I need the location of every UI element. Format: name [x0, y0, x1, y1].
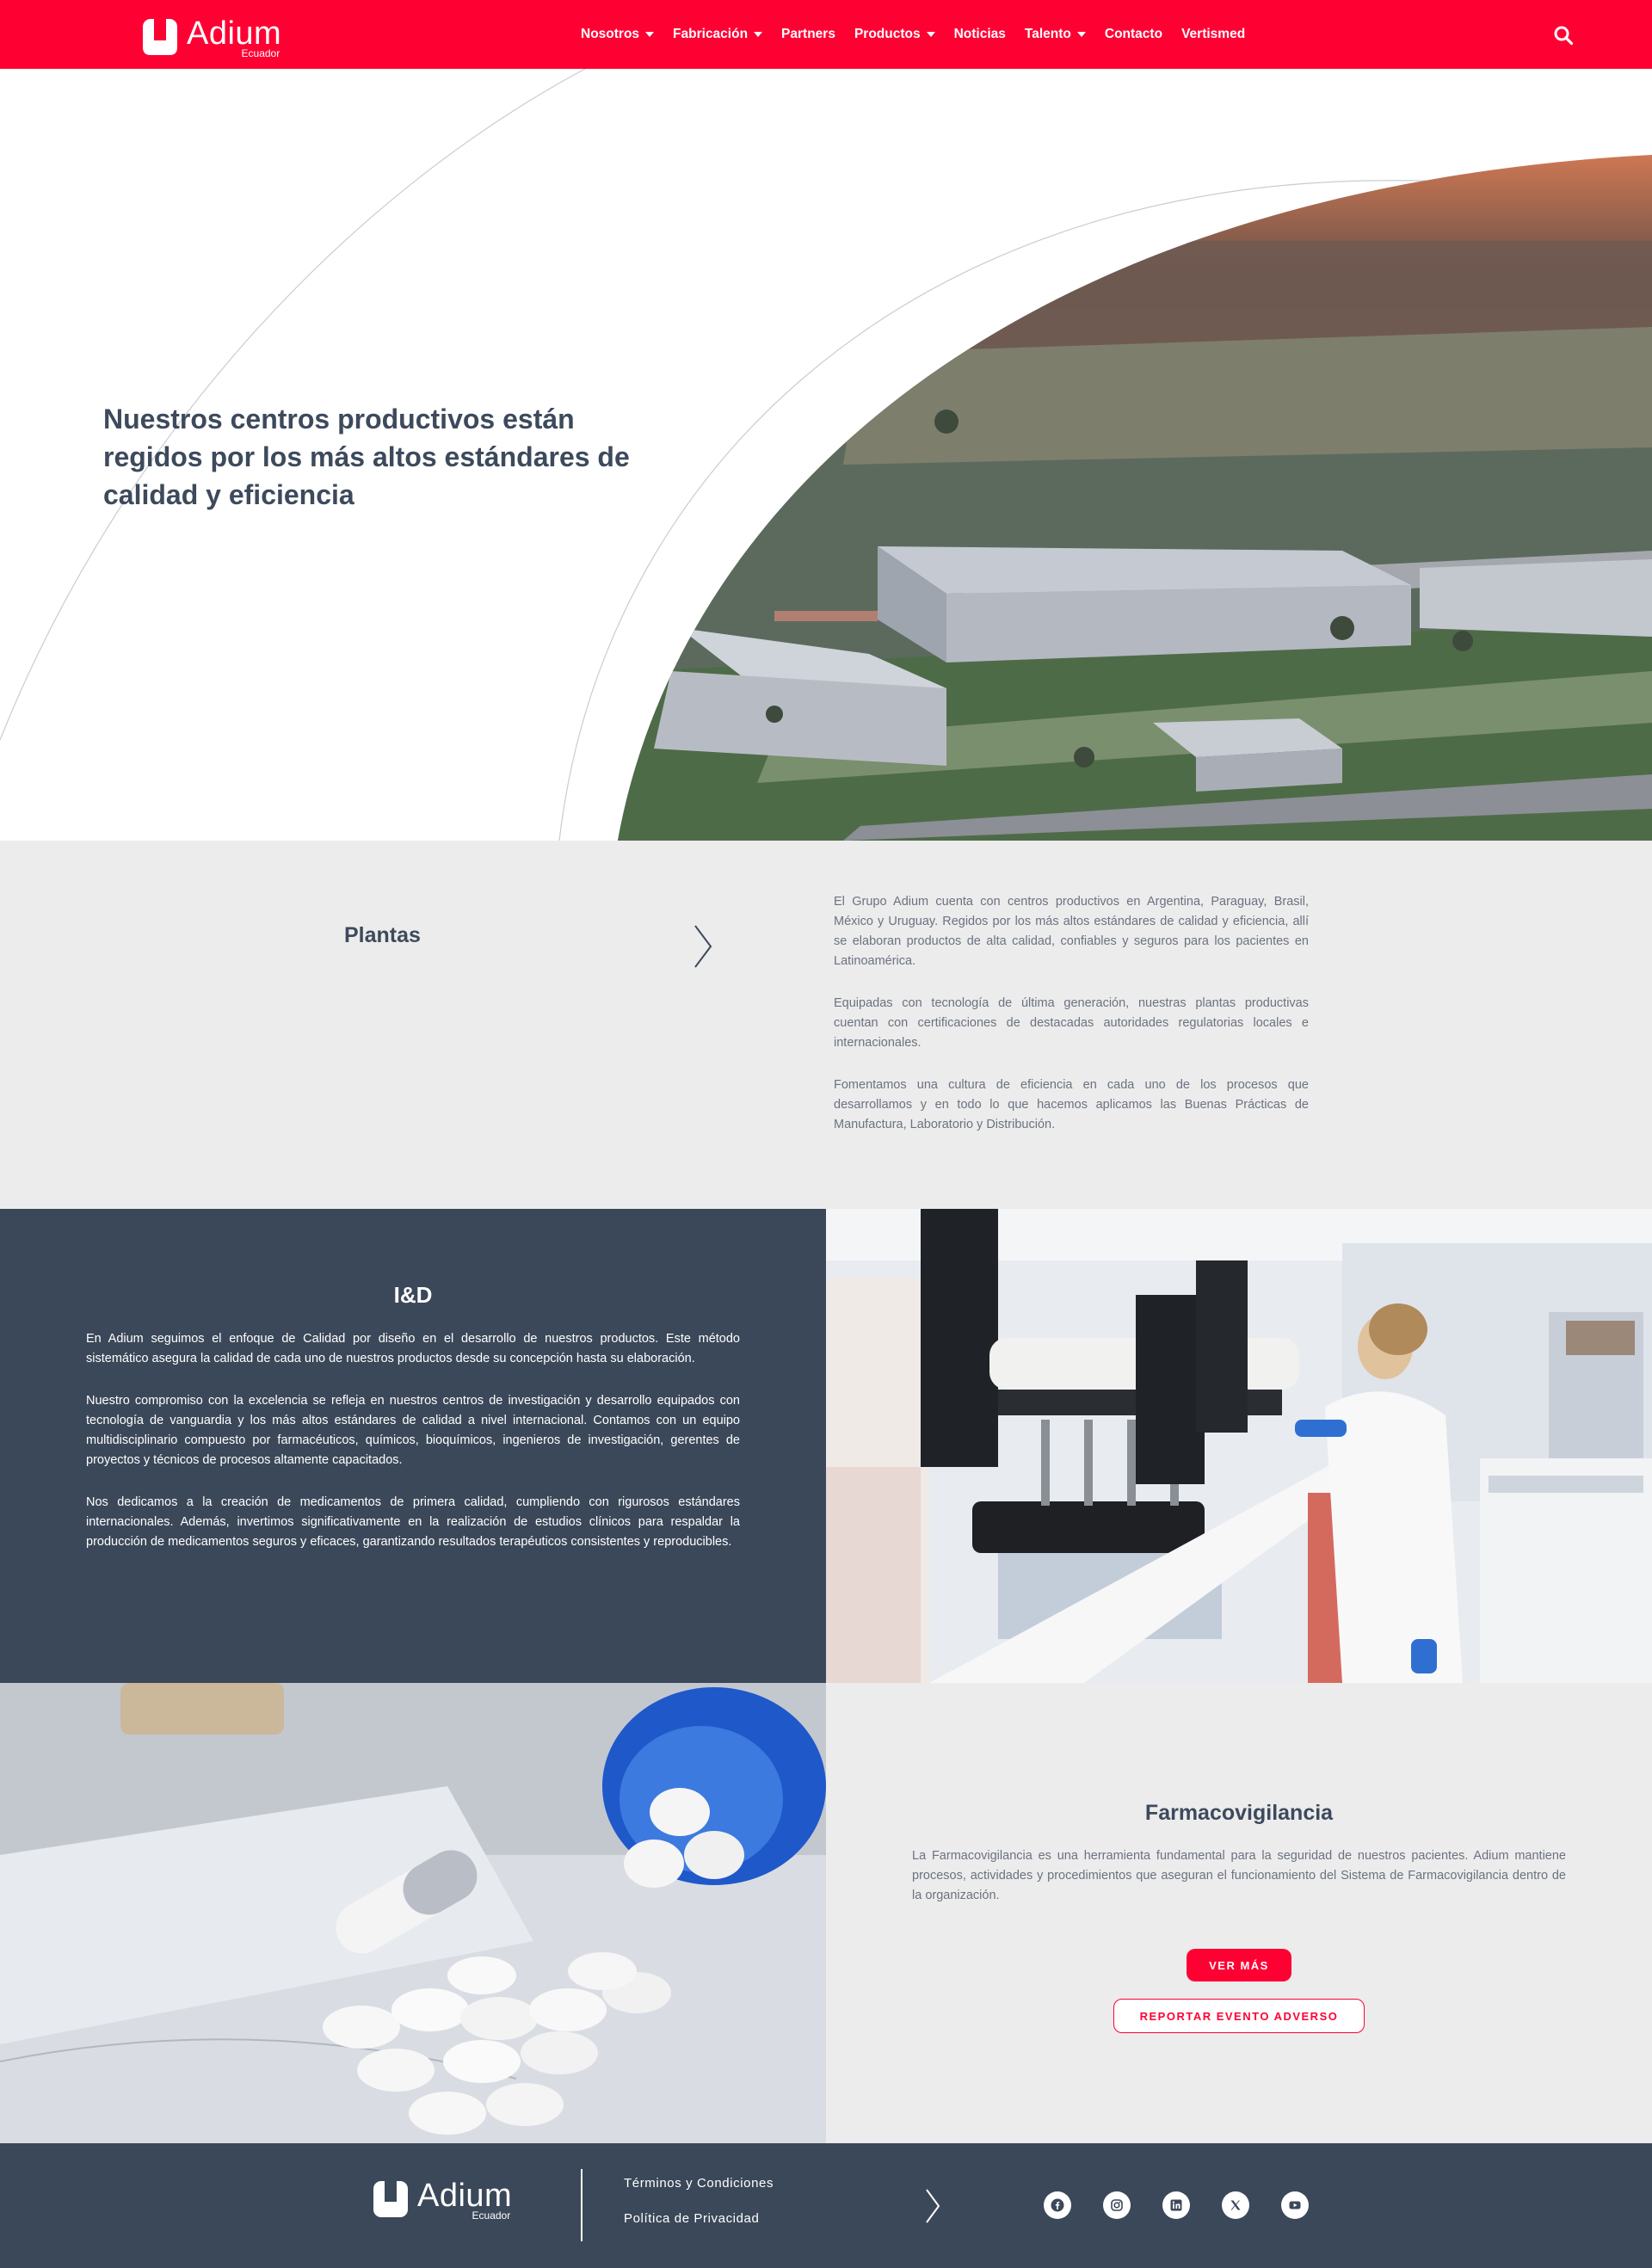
nav-item-noticias[interactable]: Noticias — [954, 27, 1006, 42]
logo-brand: Adium — [187, 15, 282, 52]
iyd-paragraph: Nos dedicamos a la creación de medicamen… — [86, 1495, 740, 1549]
caret-down-icon — [754, 32, 763, 37]
logo-country: Ecuador — [241, 47, 280, 59]
hero-title: Nuestros centros productivos están regid… — [103, 404, 630, 510]
chevron-right-icon — [926, 2189, 940, 2223]
plantas-paragraph: Fomentamos una cultura de eficiencia en … — [834, 1078, 1309, 1131]
nav-item-fabricacion[interactable]: Fabricación — [673, 27, 763, 42]
nav-item-contacto[interactable]: Contacto — [1105, 27, 1162, 42]
caret-down-icon — [926, 32, 935, 37]
social-links — [1044, 2191, 1341, 2219]
iyd-text-panel: I&D En Adium seguimos el enfoque de Cali… — [0, 1209, 826, 1683]
iyd-paragraph: Nuestro compromiso con la excelencia se … — [86, 1394, 740, 1467]
footer-links: Términos y Condiciones Política de Priva… — [624, 2176, 774, 2246]
nav-label: Fabricación — [673, 27, 749, 41]
farma-heading: Farmacovigilancia — [1144, 1801, 1334, 1825]
site-logo[interactable]: Adium Ecuador — [142, 17, 281, 59]
plantas-section: Plantas El Grupo Adium cuenta con centro… — [0, 841, 1652, 1209]
privacy-link[interactable]: Política de Privacidad — [624, 2211, 774, 2226]
iyd-body: En Adium seguimos el enfoque de Calidad … — [86, 1329, 740, 1575]
chevron-right-icon — [694, 925, 712, 968]
adium-logo-icon — [373, 2179, 408, 2217]
plantas-paragraph: Equipadas con tecnología de última gener… — [834, 996, 1309, 1050]
nav-item-productos[interactable]: Productos — [854, 27, 935, 42]
logo-wordmark: Adium Ecuador — [187, 15, 282, 59]
farma-body: La Farmacovigilancia es una herramienta … — [912, 1846, 1566, 1928]
nav-label: Talento — [1024, 27, 1071, 41]
iyd-heading: I&D — [393, 1282, 433, 1308]
caret-down-icon — [645, 32, 655, 37]
lab-illustration — [826, 1209, 1652, 1683]
iyd-section: I&D En Adium seguimos el enfoque de Cali… — [0, 1209, 1652, 1683]
logo-country: Ecuador — [472, 2209, 511, 2222]
nav-item-partners[interactable]: Partners — [781, 27, 835, 42]
farma-paragraph: La Farmacovigilancia es una herramienta … — [912, 1849, 1566, 1902]
logo-brand: Adium — [417, 2178, 513, 2214]
youtube-icon[interactable] — [1281, 2191, 1309, 2219]
iyd-paragraph: En Adium seguimos el enfoque de Calidad … — [86, 1332, 740, 1365]
logo-wordmark: Adium Ecuador — [417, 2178, 513, 2221]
lab-image — [826, 1209, 1652, 1683]
adium-logo-icon — [143, 17, 177, 55]
nav-label: Nosotros — [581, 27, 640, 41]
factory-aerial-image — [618, 155, 1652, 841]
reportar-evento-adverso-button[interactable]: REPORTAR EVENTO ADVERSO — [1113, 1999, 1365, 2033]
nav-item-talento[interactable]: Talento — [1025, 27, 1086, 42]
hero-section: Nuestros centros productivos están regid… — [0, 69, 1652, 841]
nav-label: Contacto — [1104, 27, 1163, 41]
caret-down-icon — [1076, 32, 1086, 37]
farmacovigilancia-section: Farmacovigilancia La Farmacovigilancia e… — [0, 1683, 1652, 2143]
pills-illustration — [0, 1683, 826, 2143]
footer-logo[interactable]: Adium Ecuador — [373, 2178, 513, 2221]
farma-text-panel: Farmacovigilancia La Farmacovigilancia e… — [826, 1683, 1652, 2143]
pills-image — [0, 1683, 826, 2143]
site-header: Adium Ecuador Nosotros Fabricación Partn… — [0, 0, 1652, 69]
search-icon[interactable] — [1553, 25, 1574, 46]
ver-mas-button[interactable]: VER MÁS — [1187, 1949, 1291, 1981]
linkedin-icon[interactable] — [1162, 2191, 1190, 2219]
plantas-paragraph: El Grupo Adium cuenta con centros produc… — [834, 895, 1309, 968]
main-nav: Nosotros Fabricación Partners Productos … — [581, 0, 1264, 69]
nav-label: Partners — [781, 27, 835, 41]
plantas-body: El Grupo Adium cuenta con centros produc… — [834, 892, 1309, 1157]
terms-link[interactable]: Términos y Condiciones — [624, 2176, 774, 2191]
nav-label: Noticias — [953, 27, 1006, 41]
instagram-icon[interactable] — [1103, 2191, 1131, 2219]
plantas-heading: Plantas — [344, 923, 421, 947]
footer-divider — [581, 2169, 583, 2241]
x-icon[interactable] — [1222, 2191, 1249, 2219]
site-footer: Adium Ecuador Términos y Condiciones Pol… — [0, 2143, 1652, 2268]
nav-item-nosotros[interactable]: Nosotros — [581, 27, 655, 42]
nav-item-vertismed[interactable]: Vertismed — [1181, 27, 1245, 42]
nav-label: Vertismed — [1181, 27, 1246, 41]
nav-label: Productos — [854, 27, 921, 41]
facebook-icon[interactable] — [1044, 2191, 1071, 2219]
